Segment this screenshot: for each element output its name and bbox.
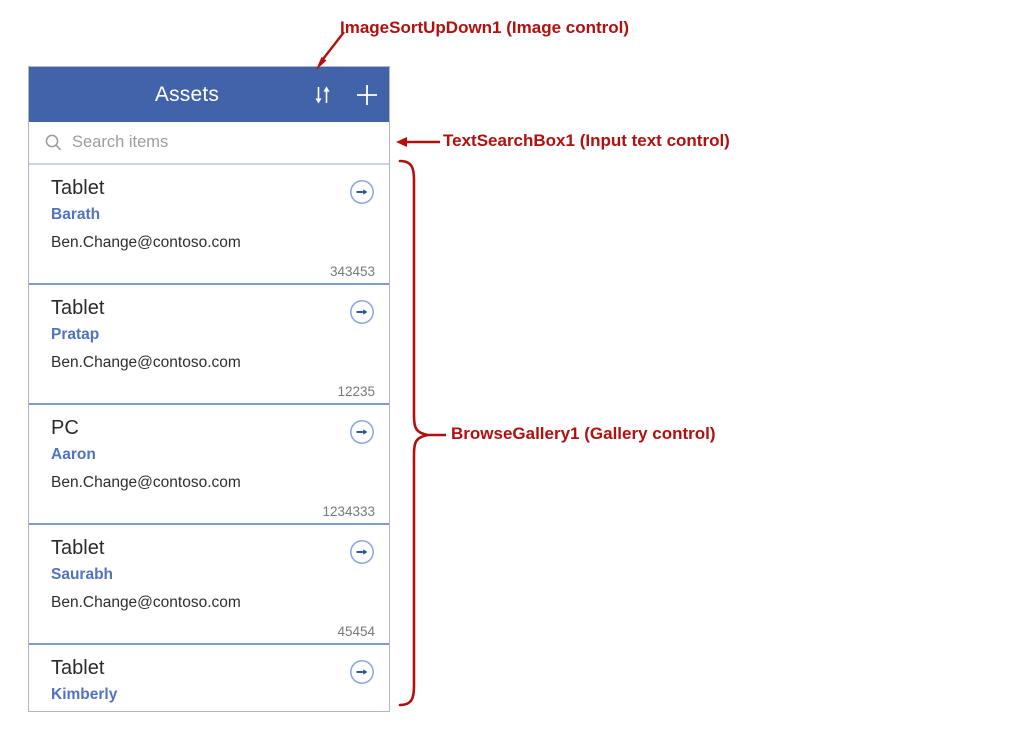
item-person: Pratap: [51, 326, 100, 343]
item-email: Ben.Change@contoso.com: [51, 354, 241, 371]
sort-up-down-button[interactable]: [301, 67, 345, 122]
item-number: 12235: [337, 384, 375, 399]
item-email: Ben.Change@contoso.com: [51, 234, 241, 251]
gallery-item[interactable]: Tablet Kimberly: [29, 645, 389, 711]
annotation-label-gallery: BrowseGallery1 (Gallery control): [451, 424, 716, 443]
item-email: Ben.Change@contoso.com: [51, 474, 241, 491]
item-person: Barath: [51, 206, 101, 223]
item-title: Tablet: [51, 537, 105, 559]
chevron-circle-right-icon[interactable]: [349, 539, 375, 565]
chevron-circle-right-icon[interactable]: [349, 419, 375, 445]
item-number: 45454: [337, 624, 375, 639]
annotation-brace-gallery: [398, 158, 450, 708]
chevron-circle-right-icon[interactable]: [349, 659, 375, 685]
app-header: Assets: [29, 67, 389, 122]
item-title: Tablet: [51, 657, 105, 679]
item-title: Tablet: [51, 177, 105, 199]
sort-up-down-icon: [312, 84, 334, 106]
search-input[interactable]: [72, 133, 352, 152]
item-number: 343453: [329, 264, 375, 279]
item-title: PC: [51, 417, 79, 439]
page-title: Assets: [154, 82, 220, 106]
gallery-item[interactable]: Tablet Barath Ben.Change@contoso.com 343…: [29, 165, 389, 285]
search-icon: [43, 133, 65, 153]
annotation-label-search: TextSearchBox1 (Input text control): [443, 131, 730, 150]
gallery-item[interactable]: PC Aaron Ben.Change@contoso.com 1234333: [29, 405, 389, 525]
item-person: Aaron: [51, 446, 96, 463]
search-bar[interactable]: [29, 122, 389, 165]
powerapps-phone-canvas: Assets Search items Tablet Barath Ben.Ch…: [28, 66, 390, 712]
item-person: Saurabh: [51, 566, 114, 583]
gallery-item[interactable]: Tablet Pratap Ben.Change@contoso.com 122…: [29, 285, 389, 405]
item-number: 1234333: [322, 504, 375, 519]
gallery-item[interactable]: Tablet Saurabh Ben.Change@contoso.com 45…: [29, 525, 389, 645]
chevron-circle-right-icon[interactable]: [349, 179, 375, 205]
plus-icon: [354, 82, 380, 108]
item-title: Tablet: [51, 297, 105, 319]
item-email: Ben.Change@contoso.com: [51, 594, 241, 611]
browse-gallery[interactable]: Tablet Barath Ben.Change@contoso.com 343…: [29, 165, 389, 711]
item-person: Kimberly: [51, 686, 118, 703]
add-item-button[interactable]: [345, 67, 389, 122]
annotation-label-sort: ImageSortUpDown1 (Image control): [340, 18, 630, 37]
chevron-circle-right-icon[interactable]: [349, 299, 375, 325]
annotation-arrow-search: [396, 137, 440, 147]
